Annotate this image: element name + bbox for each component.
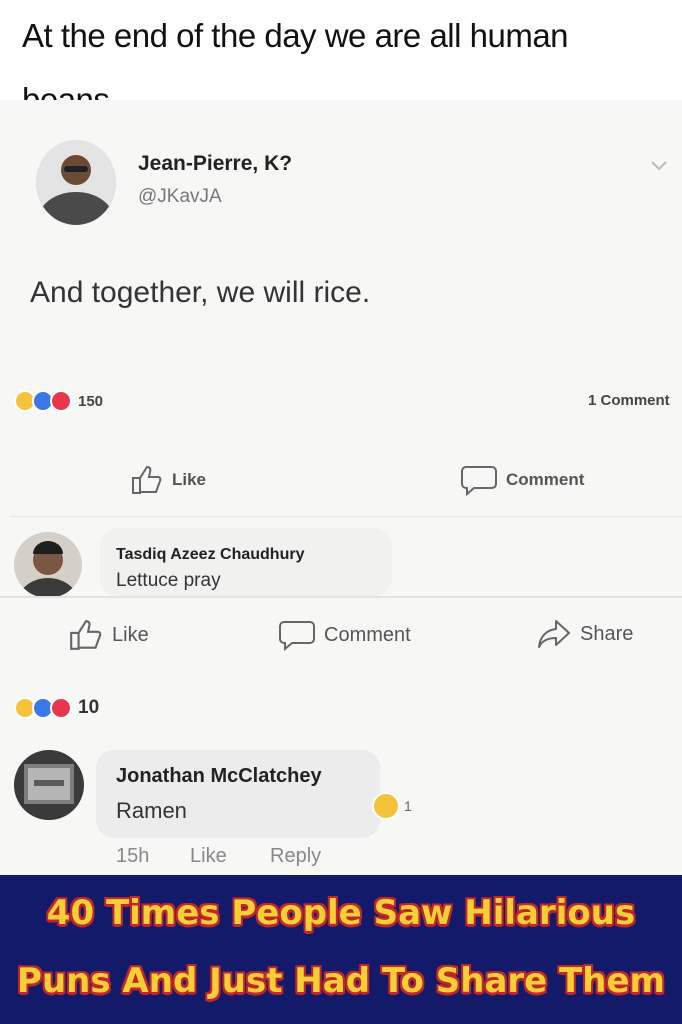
haha-reaction-icon (372, 792, 400, 820)
comment-reply-link[interactable]: Reply (270, 845, 321, 868)
love-reaction-icon (50, 390, 72, 412)
like-label: Like (112, 623, 149, 646)
comment-reaction[interactable]: 1 (372, 792, 412, 820)
footer-headline-line1: 40 Times People Saw Hilarious (46, 893, 636, 933)
thumbs-up-icon (68, 618, 104, 652)
share-icon (536, 618, 572, 650)
comment-author[interactable]: Tasdiq Azeez Chaudhury (116, 546, 304, 564)
comment-text: Lettuce pray (116, 570, 221, 591)
reactions-row[interactable]: 10 (14, 697, 99, 719)
post-text: And together, we will rice. (30, 276, 371, 309)
comment-reaction-count: 1 (404, 798, 412, 814)
post-reactions[interactable]: 150 (14, 390, 103, 412)
author-avatar[interactable] (36, 140, 116, 225)
footer-banner: 40 Times People Saw Hilarious Puns And J… (0, 875, 682, 1024)
comment-icon (278, 618, 316, 652)
divider (0, 596, 682, 598)
like-button[interactable]: Like (130, 464, 206, 496)
screenshot-panel: Jean-Pierre, K? @JKavJA And together, we… (0, 100, 682, 875)
comment-author[interactable]: Jonathan McClatchey (116, 765, 322, 788)
comment-button[interactable]: Comment (278, 618, 411, 652)
commenter-avatar[interactable] (14, 532, 82, 598)
comment-text: Ramen (116, 798, 187, 823)
comment-bubble (96, 750, 380, 838)
comment-like-link[interactable]: Like (190, 845, 227, 868)
comment-icon (460, 464, 498, 496)
post-author-name[interactable]: Jean-Pierre, K? (138, 152, 292, 176)
comment-timestamp: 15h (116, 845, 150, 867)
comment-label: Comment (324, 623, 411, 646)
reaction-count: 10 (78, 697, 100, 718)
like-label: Like (172, 470, 207, 489)
comment-count[interactable]: 1 Comment (588, 392, 670, 409)
comment-label: Comment (506, 470, 585, 489)
post-author-handle[interactable]: @JKavJA (138, 186, 222, 208)
love-reaction-icon (50, 697, 72, 719)
reaction-count: 150 (78, 392, 104, 410)
divider (10, 516, 682, 517)
footer-headline-line2: Puns And Just Had To Share Them (17, 961, 665, 1001)
comment-button[interactable]: Comment (460, 464, 584, 496)
commenter-avatar[interactable] (14, 750, 84, 820)
share-button[interactable]: Share (536, 618, 633, 650)
like-button[interactable]: Like (68, 618, 149, 652)
thumbs-up-icon (130, 464, 164, 496)
share-label: Share (580, 622, 634, 645)
chevron-down-icon[interactable] (650, 160, 668, 172)
